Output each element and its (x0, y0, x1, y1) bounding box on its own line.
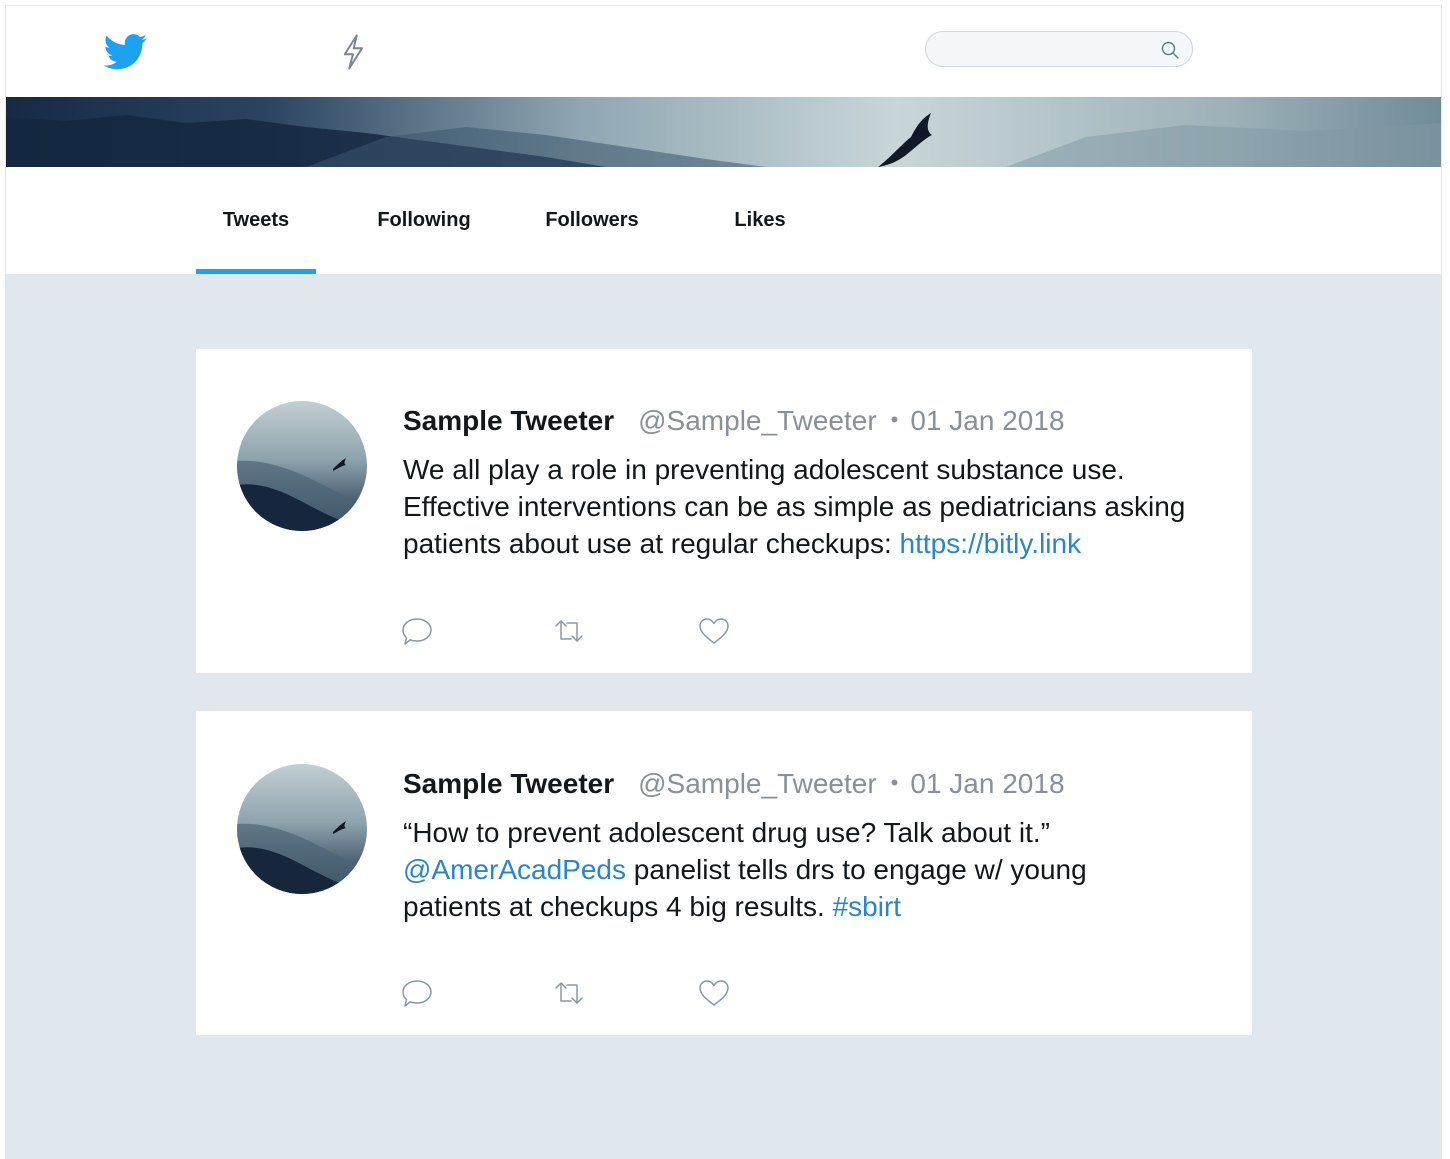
avatar[interactable] (237, 764, 367, 894)
search-input[interactable] (940, 38, 1154, 62)
tweet-text: We all play a role in preventing adolesc… (403, 451, 1223, 562)
author-handle[interactable]: @Sample_Tweeter (638, 768, 877, 799)
tab-likes[interactable]: Likes (700, 167, 820, 274)
author-name[interactable]: Sample Tweeter (403, 768, 614, 799)
tab-followers[interactable]: Followers (532, 167, 652, 274)
app-frame: Tweets Following Followers Likes Sample … (5, 5, 1442, 1159)
retweet-icon[interactable] (552, 614, 586, 648)
tweet-card: Sample Tweeter @Sample_Tweeter • 01 Jan 201… (196, 349, 1252, 673)
tweet-card: Sample Tweeter @Sample_Tweeter • 01 Jan 201… (196, 711, 1252, 1035)
tweet-link[interactable]: https://bitly.link (900, 528, 1082, 559)
tweet-text-part: “How to prevent adolescent drug use? Tal… (403, 817, 1050, 848)
separator: • (890, 770, 899, 795)
search-icon[interactable] (1160, 40, 1180, 60)
tweet-mention[interactable]: @AmerAcadPeds (403, 854, 626, 885)
tweet-text: “How to prevent adolescent drug use? Tal… (403, 814, 1163, 925)
top-nav (6, 6, 1441, 97)
reply-icon[interactable] (400, 614, 434, 648)
profile-banner-image (6, 97, 1441, 167)
like-icon[interactable] (697, 976, 731, 1010)
tab-tweets[interactable]: Tweets (196, 167, 316, 274)
reply-icon[interactable] (400, 976, 434, 1010)
tab-following[interactable]: Following (364, 167, 484, 274)
tweet-header: Sample Tweeter @Sample_Tweeter • 01 Jan 201… (403, 768, 1065, 800)
retweet-icon[interactable] (552, 976, 586, 1010)
twitter-bird-icon[interactable] (104, 34, 148, 70)
search-box[interactable] (925, 31, 1193, 67)
author-name[interactable]: Sample Tweeter (403, 405, 614, 436)
tweet-date[interactable]: 01 Jan 2018 (910, 768, 1064, 799)
profile-tabs: Tweets Following Followers Likes (6, 167, 1441, 274)
avatar[interactable] (237, 401, 367, 531)
tweet-hashtag[interactable]: #sbirt (833, 891, 901, 922)
tweet-header: Sample Tweeter @Sample_Tweeter • 01 Jan 201… (403, 405, 1065, 437)
tweet-date[interactable]: 01 Jan 2018 (910, 405, 1064, 436)
lightning-bolt-icon[interactable] (340, 34, 366, 70)
like-icon[interactable] (697, 614, 731, 648)
separator: • (890, 407, 899, 432)
author-handle[interactable]: @Sample_Tweeter (638, 405, 877, 436)
